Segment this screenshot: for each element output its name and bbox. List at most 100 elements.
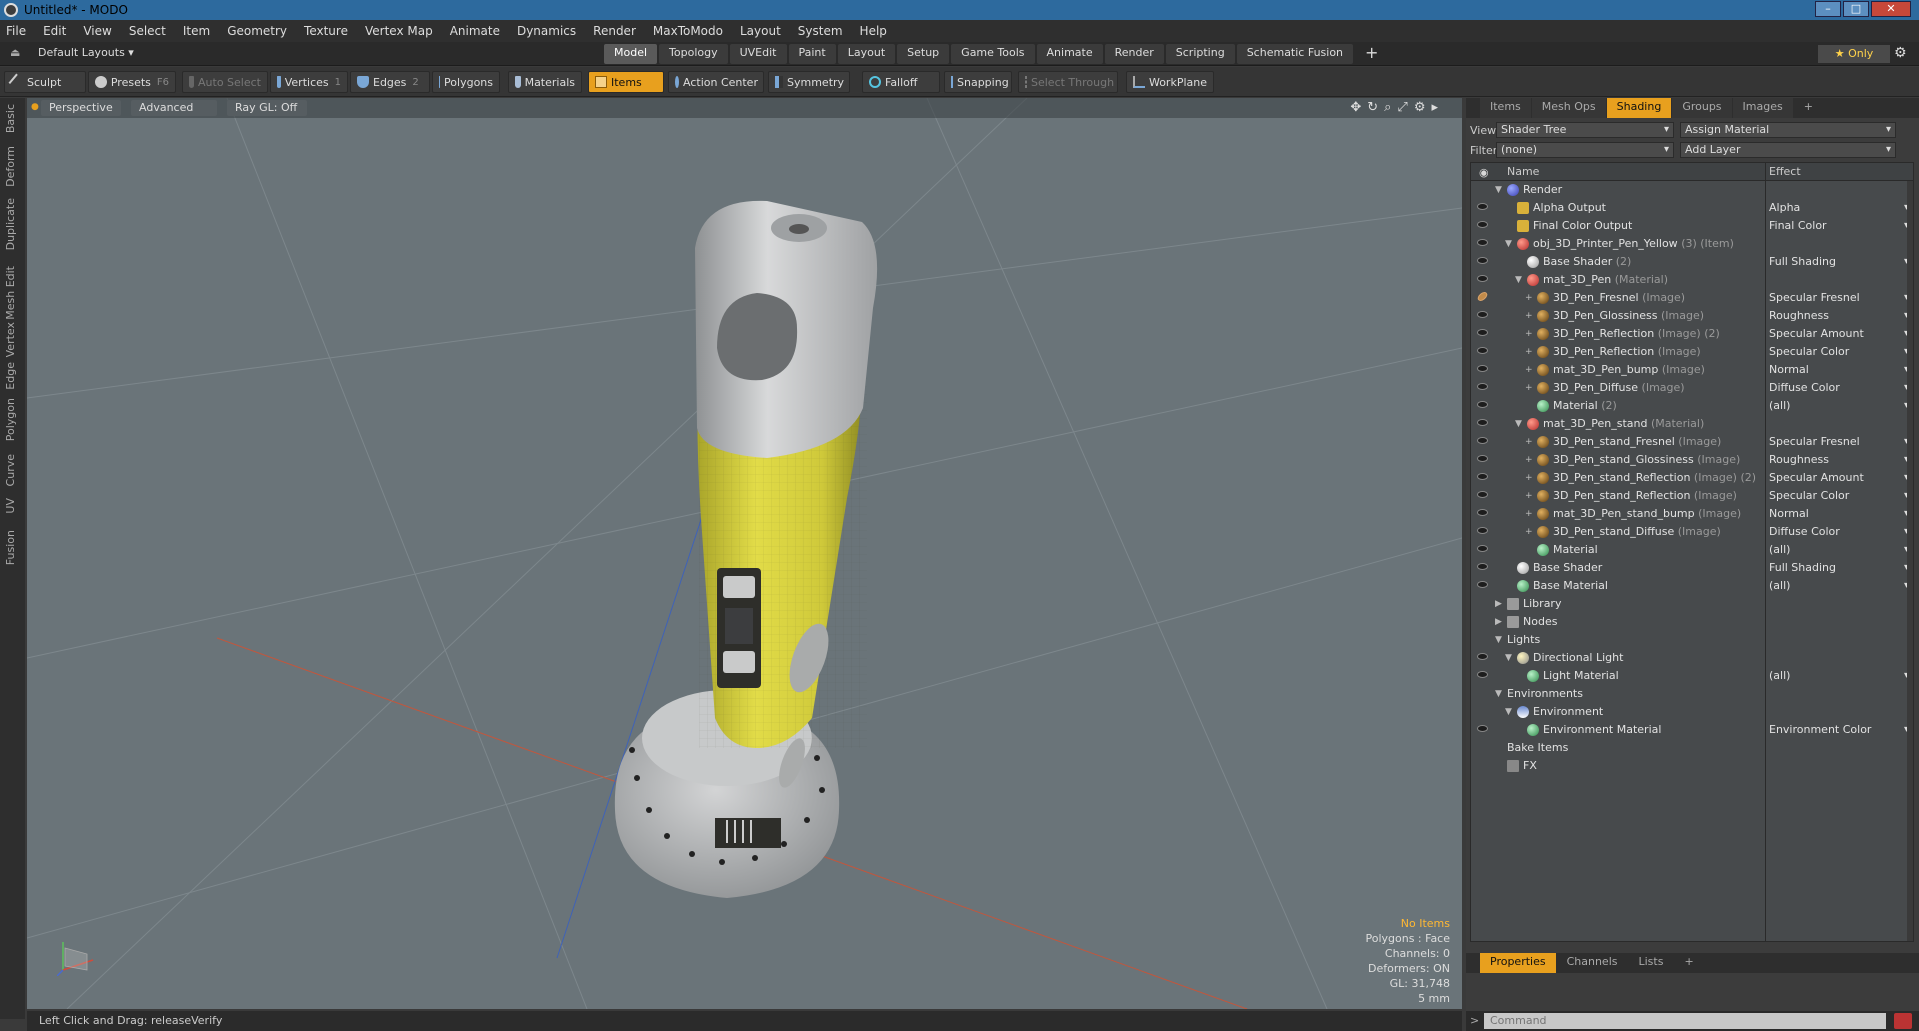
only-toggle[interactable]: ★ Only: [1818, 45, 1890, 63]
symmetry-button[interactable]: Symmetry: [768, 71, 850, 93]
layer-effect-dropdown[interactable]: Normal: [1769, 505, 1909, 523]
expand-toggle-icon[interactable]: +: [1525, 289, 1533, 307]
expand-toggle-icon[interactable]: +: [1525, 523, 1533, 541]
layer-effect-dropdown[interactable]: Specular Amount: [1769, 325, 1909, 343]
shader-tree-row[interactable]: Final Color Output Final Color: [1471, 217, 1913, 235]
tool-tab-curve[interactable]: Curve: [4, 454, 17, 486]
layout-home-icon[interactable]: ⏏: [10, 46, 20, 59]
edges-button[interactable]: Edges 2: [350, 71, 430, 93]
expand-toggle-icon[interactable]: +: [1525, 307, 1533, 325]
visibility-eye-icon[interactable]: [1477, 455, 1488, 462]
expand-toggle-icon[interactable]: ▼: [1505, 703, 1512, 721]
viewport-expand-icon[interactable]: ▸: [1431, 100, 1444, 115]
visibility-eye-icon[interactable]: [1477, 221, 1488, 228]
tab-paint[interactable]: Paint: [788, 44, 836, 64]
expand-toggle-icon[interactable]: +: [1525, 433, 1533, 451]
tool-tab-deform[interactable]: Deform: [4, 146, 17, 187]
layer-effect-dropdown[interactable]: Specular Color: [1769, 343, 1909, 361]
paint-brush-icon[interactable]: [1476, 290, 1489, 303]
tab-shading[interactable]: Shading: [1606, 98, 1672, 118]
tab-animate[interactable]: Animate: [1036, 44, 1103, 64]
layer-effect-dropdown[interactable]: Environment Color: [1769, 721, 1909, 739]
layer-effect-dropdown[interactable]: Full Shading: [1769, 253, 1909, 271]
shader-tree-row[interactable]: ▼ Render: [1471, 181, 1913, 199]
visibility-eye-icon[interactable]: [1477, 239, 1488, 246]
shader-tree-row[interactable]: Material (all): [1471, 541, 1913, 559]
visibility-eye-icon[interactable]: [1477, 203, 1488, 210]
expand-toggle-icon[interactable]: ▼: [1505, 649, 1512, 667]
tab-model[interactable]: Model: [604, 44, 658, 64]
layer-effect-dropdown[interactable]: Roughness: [1769, 307, 1909, 325]
visibility-eye-icon[interactable]: [1477, 311, 1488, 318]
tab-setup[interactable]: Setup: [897, 44, 950, 64]
shader-tree-row[interactable]: Alpha Output Alpha: [1471, 199, 1913, 217]
workplane-button[interactable]: WorkPlane: [1126, 71, 1214, 93]
expand-toggle-icon[interactable]: ▶: [1495, 613, 1502, 631]
menu-view[interactable]: View: [83, 24, 111, 38]
sculpt-button[interactable]: Sculpt: [4, 71, 86, 93]
expand-toggle-icon[interactable]: +: [1525, 487, 1533, 505]
shader-tree-row[interactable]: Environment Material Environment Color: [1471, 721, 1913, 739]
rotate-icon[interactable]: ↻: [1367, 100, 1384, 115]
gear-icon[interactable]: ⚙: [1894, 45, 1907, 61]
view-dropdown[interactable]: Shader Tree: [1496, 122, 1674, 138]
visibility-eye-icon[interactable]: [1477, 473, 1488, 480]
shader-tree-row[interactable]: ▼ mat_3D_Pen (Material): [1471, 271, 1913, 289]
layer-effect-dropdown[interactable]: (all): [1769, 541, 1909, 559]
layer-effect-dropdown[interactable]: Alpha: [1769, 199, 1909, 217]
viewport-scene[interactable]: [27, 98, 1462, 1009]
column-splitter[interactable]: [1765, 163, 1766, 941]
visibility-eye-icon[interactable]: [1477, 329, 1488, 336]
filter-dropdown[interactable]: (none): [1496, 142, 1674, 158]
tab-topology[interactable]: Topology: [659, 44, 728, 64]
auto-select-button[interactable]: Auto Select: [182, 71, 268, 93]
visibility-eye-icon[interactable]: [1477, 671, 1488, 678]
shader-tree-row[interactable]: + mat_3D_Pen_bump (Image) Normal: [1471, 361, 1913, 379]
shader-tree-row[interactable]: Light Material (all): [1471, 667, 1913, 685]
layer-effect-dropdown[interactable]: Specular Amount: [1769, 469, 1909, 487]
menu-maxtomodo[interactable]: MaxToModo: [653, 24, 723, 38]
add-tab-button[interactable]: +: [1355, 44, 1388, 64]
shader-tree-row[interactable]: +3D_Pen_Reflection (Image) (2) Specular A…: [1471, 325, 1913, 343]
vertices-button[interactable]: Vertices 1: [270, 71, 348, 93]
visibility-eye-icon[interactable]: [1477, 527, 1488, 534]
maximize-button[interactable]: □: [1843, 1, 1869, 17]
expand-toggle-icon[interactable]: ▼: [1515, 271, 1522, 289]
shader-tree-row[interactable]: ▼ Lights: [1471, 631, 1913, 649]
tool-tab-basic[interactable]: Basic: [4, 104, 17, 133]
effect-column-header[interactable]: Effect: [1769, 165, 1801, 178]
menu-animate[interactable]: Animate: [450, 24, 500, 38]
add-panel-tab-button[interactable]: +: [1794, 98, 1823, 118]
zoom-icon[interactable]: ⌕: [1384, 100, 1397, 115]
expand-toggle-icon[interactable]: ▶: [1495, 595, 1502, 613]
visibility-eye-icon[interactable]: [1477, 437, 1488, 444]
view-type-dropdown[interactable]: Perspective: [41, 100, 121, 116]
menu-geometry[interactable]: Geometry: [227, 24, 287, 38]
tool-tab-polygon[interactable]: Polygon: [4, 398, 17, 441]
fit-icon[interactable]: ⤢: [1397, 100, 1413, 115]
menu-vertex-map[interactable]: Vertex Map: [365, 24, 433, 38]
action-center-button[interactable]: Action Center: [668, 71, 764, 93]
layer-effect-dropdown[interactable]: Roughness: [1769, 451, 1909, 469]
shader-tree-row[interactable]: +3D_Pen_stand_Reflection (Image) (2) Spec…: [1471, 469, 1913, 487]
tab-lists[interactable]: Lists: [1629, 953, 1674, 973]
visibility-eye-icon[interactable]: [1477, 653, 1488, 660]
layer-effect-dropdown[interactable]: Full Shading: [1769, 559, 1909, 577]
shader-tree-row[interactable]: ▼ Environment: [1471, 703, 1913, 721]
command-input[interactable]: [1484, 1013, 1886, 1029]
expand-toggle-icon[interactable]: +: [1525, 469, 1533, 487]
tab-channels[interactable]: Channels: [1557, 953, 1628, 973]
viewport-gear-icon[interactable]: ⚙: [1414, 100, 1432, 115]
layer-effect-dropdown[interactable]: Diffuse Color: [1769, 379, 1909, 397]
viewport-menu-dot-icon[interactable]: ●: [31, 102, 39, 112]
visibility-eye-icon[interactable]: [1477, 419, 1488, 426]
tool-tab-duplicate[interactable]: Duplicate: [4, 198, 17, 250]
shader-tree-row[interactable]: +3D_Pen_Reflection (Image) Specular Color: [1471, 343, 1913, 361]
menu-item[interactable]: Item: [183, 24, 210, 38]
visibility-eye-icon[interactable]: [1477, 275, 1488, 282]
items-button[interactable]: Items: [588, 71, 664, 93]
tab-groups[interactable]: Groups: [1672, 98, 1732, 118]
menu-file[interactable]: File: [6, 24, 26, 38]
tab-properties[interactable]: Properties: [1480, 953, 1556, 973]
shader-tree-row[interactable]: Bake Items: [1471, 739, 1913, 757]
